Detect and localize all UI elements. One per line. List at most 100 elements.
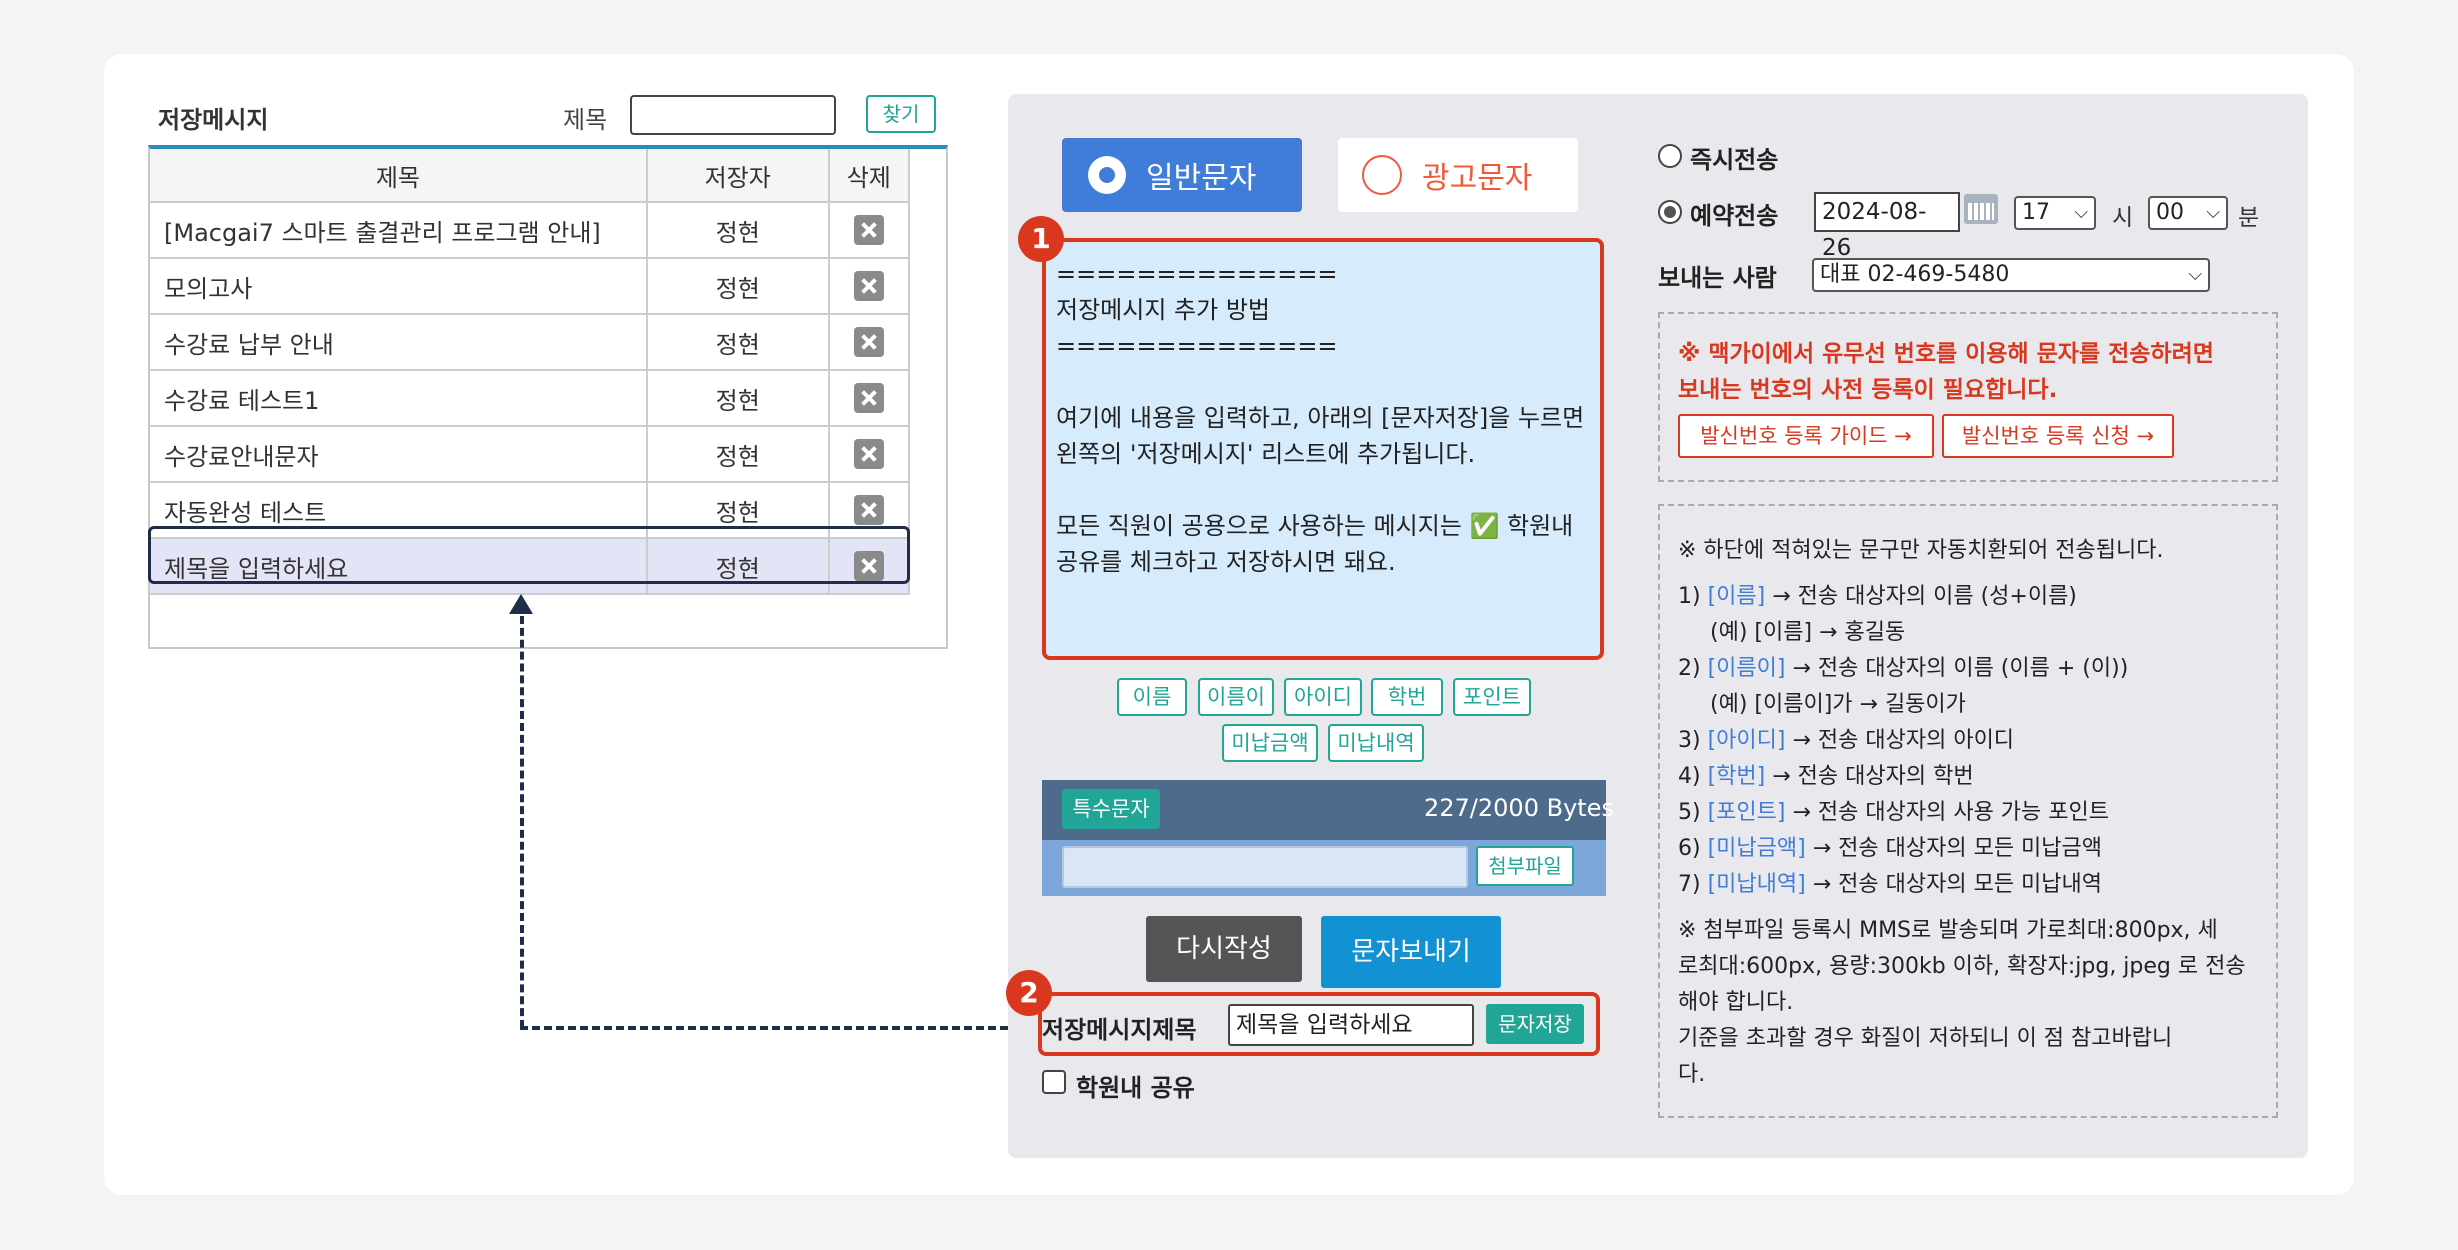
academy-share-label: 학원내 공유 [1076,1074,1195,1102]
table-row[interactable]: 자동완성 테스트 정현 [150,482,911,539]
notice-line: 보내는 번호의 사전 등록이 필요합니다. [1678,377,2058,403]
table-row[interactable]: [Macgai7 스마트 출결관리 프로그램 안내] 정현 [150,202,911,259]
delete-icon[interactable] [853,271,884,301]
row-delete [828,482,911,539]
info-item: 4) [학번] → 전송 대상자의 학번 [1678,764,1974,789]
immediate-send-label: 즉시전송 [1690,146,1779,174]
connector-line-horizontal [520,1026,1020,1030]
row-user: 정현 [646,482,830,539]
row-delete [828,258,911,315]
row-user: 정현 [646,538,830,595]
row-title[interactable]: [Macgai7 스마트 출결관리 프로그램 안내] [150,202,648,259]
row-user: 정현 [646,258,830,315]
tag-name-button[interactable]: 이름 [1117,678,1187,716]
special-char-button[interactable]: 특수문자 [1062,789,1160,829]
message-textarea[interactable]: ============== 저장메시지 추가 방법 =============… [1042,238,1604,660]
row-delete [828,426,911,483]
hour-unit-label: 시 [2112,205,2134,231]
info-item: 1) [이름] → 전송 대상자의 이름 (성+이름) [1678,584,2077,609]
row-title[interactable]: 수강료 테스트1 [150,370,648,427]
academy-share-checkbox[interactable] [1042,1070,1066,1094]
save-message-button[interactable]: 문자저장 [1486,1004,1584,1044]
ad-message-label: 광고문자 [1422,161,1533,196]
column-header-delete: 삭제 [828,149,911,203]
row-title[interactable]: 제목을 입력하세요 [150,538,648,595]
row-user: 정현 [646,370,830,427]
column-header-user: 저장자 [646,149,830,203]
delete-icon[interactable] [853,439,884,469]
info-item: 5) [포인트] → 전송 대상자의 사용 가능 포인트 [1678,800,2109,825]
row-delete [828,202,911,259]
tag-student-number-button[interactable]: 학번 [1371,678,1443,716]
save-title-input[interactable]: 제목을 입력하세요 [1228,1004,1474,1046]
delete-icon[interactable] [853,495,884,525]
table-row[interactable]: 모의고사 정현 [150,258,911,315]
table-row[interactable]: 수강료안내문자 정현 [150,426,911,483]
info-header: ※ 하단에 적혀있는 문구만 자동치환되어 전송됩니다. [1678,538,2164,563]
row-title[interactable]: 자동완성 테스트 [150,482,648,539]
minute-unit-label: 분 [2238,205,2260,231]
table-row[interactable]: 수강료 테스트1 정현 [150,370,911,427]
row-title[interactable]: 모의고사 [150,258,648,315]
notice-line: ※ 맥가이에서 유무선 번호를 이용해 문자를 전송하려면 [1678,341,2214,367]
delete-icon[interactable] [853,327,884,357]
minute-value: 00 [2156,200,2184,225]
table-row-highlighted[interactable]: 제목을 입력하세요 정현 [150,538,911,595]
info-item: 6) [미납금액] → 전송 대상자의 모든 미납금액 [1678,836,2103,861]
step-badge-1: 1 [1018,216,1064,262]
info-item: 3) [아이디] → 전송 대상자의 아이디 [1678,728,2015,753]
info-item: 2) [이름이] → 전송 대상자의 이름 (이름 + (이)) [1678,656,2129,681]
reserved-send-radio[interactable] [1658,200,1682,224]
reserved-send-label: 예약전송 [1690,202,1779,230]
tag-name-i-button[interactable]: 이름이 [1198,678,1274,716]
rewrite-button[interactable]: 다시작성 [1146,916,1302,982]
row-delete [828,370,911,427]
title-search-input[interactable] [630,95,836,135]
info-item: 7) [미납내역] → 전송 대상자의 모든 미납내역 [1678,872,2103,897]
chevron-down-icon: ⌵ [2206,202,2220,223]
delete-icon[interactable] [853,383,884,413]
normal-message-button[interactable]: 일반문자 [1062,138,1302,212]
attachment-notice: 로최대:600px, 용량:300kb 이하, 확장자:jpg, jpeg 로 … [1678,954,2246,979]
chevron-down-icon: ⌵ [2074,202,2088,223]
immediate-send-radio[interactable] [1658,144,1682,168]
ad-message-button[interactable]: 광고문자 [1338,138,1578,212]
tag-id-button[interactable]: 아이디 [1284,678,1362,716]
normal-message-label: 일반문자 [1146,161,1257,196]
saved-messages-title: 저장메시지 [158,106,269,134]
tag-unpaid-detail-button[interactable]: 미납내역 [1328,724,1424,762]
attachment-notice: 기준을 초과할 경우 화질이 저하되니 이 점 참고바랍니 [1678,1026,2173,1051]
row-user: 정현 [646,202,830,259]
table-row[interactable]: 수강료 납부 안내 정현 [150,314,911,371]
delete-icon[interactable] [853,215,884,245]
sender-label: 보내는 사람 [1658,264,1777,292]
find-button[interactable]: 찾기 [866,95,936,133]
hour-select[interactable]: 17 ⌵ [2014,196,2096,230]
delete-icon[interactable] [853,551,884,581]
row-delete [828,314,911,371]
search-label: 제목 [563,106,608,134]
table-header: 제목 저장자 삭제 [150,149,911,203]
row-user: 정현 [646,426,830,483]
sender-notice-text: ※ 맥가이에서 유무선 번호를 이용해 문자를 전송하려면 보내는 번호의 사전… [1678,336,2278,408]
saved-message-table: 제목 저장자 삭제 [Macgai7 스마트 출결관리 프로그램 안내] 정현 … [150,149,911,595]
sender-guide-link[interactable]: 발신번호 등록 가이드 → [1678,414,1934,458]
sender-apply-link[interactable]: 발신번호 등록 신청 → [1942,414,2174,458]
tag-unpaid-amount-button[interactable]: 미납금액 [1222,724,1318,762]
attachment-notice: 해야 합니다. [1678,990,1794,1015]
sender-select[interactable]: 대표 02-469-5480 ⌵ [1812,258,2210,292]
column-header-title: 제목 [150,149,648,203]
reservation-date-input[interactable]: 2024-08-26 [1814,192,1960,261]
minute-select[interactable]: 00 ⌵ [2148,196,2228,230]
attachment-notice: 다. [1678,1062,1706,1087]
calendar-icon[interactable] [1964,194,1998,224]
row-delete [828,538,911,595]
connector-line-vertical [520,616,524,1028]
tag-point-button[interactable]: 포인트 [1453,678,1531,716]
send-message-button[interactable]: 문자보내기 [1321,916,1501,988]
arrow-up-icon [509,594,533,614]
row-title[interactable]: 수강료 납부 안내 [150,314,648,371]
attachment-file-field[interactable] [1062,846,1468,888]
row-title[interactable]: 수강료안내문자 [150,426,648,483]
attach-file-button[interactable]: 첨부파일 [1476,846,1574,886]
